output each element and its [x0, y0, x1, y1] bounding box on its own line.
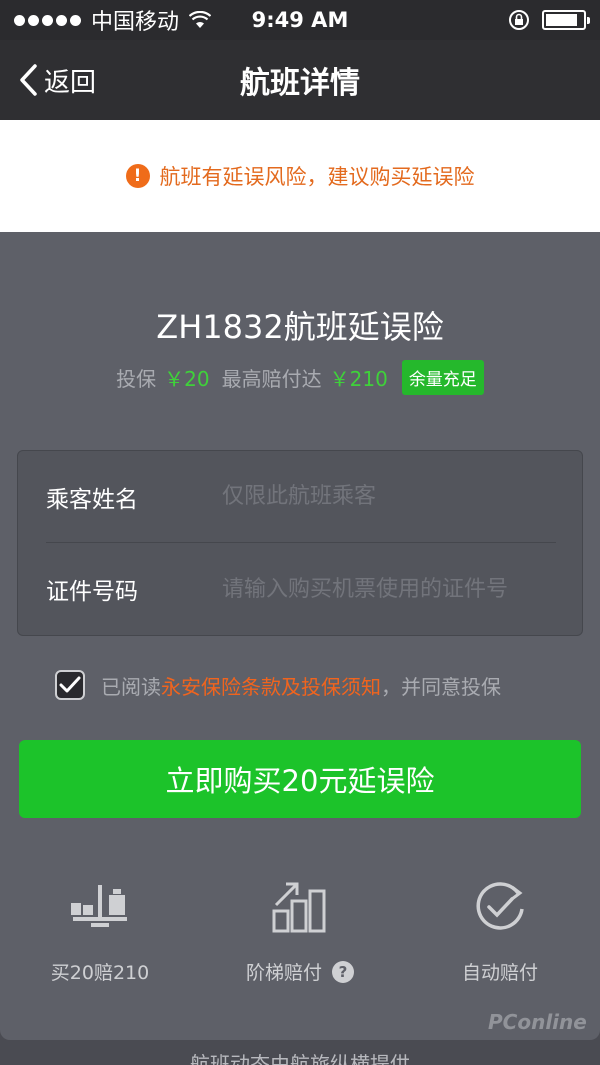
insurance-title: ZH1832航班延误险: [156, 308, 444, 346]
wifi-icon: [189, 11, 212, 28]
footer-text: 航班动态由航旅纵横提供: [190, 1052, 410, 1065]
back-button[interactable]: 返回: [18, 40, 96, 120]
feature-label: 阶梯赔付: [245, 962, 322, 984]
agreement-prefix: 已阅读: [101, 674, 161, 699]
warning-icon: !: [125, 164, 150, 188]
auto-check-icon: [476, 882, 524, 930]
status-bar: 中国移动 9:49 AM: [0, 0, 600, 40]
premium-value: ￥20: [164, 367, 210, 391]
id-number-input[interactable]: [222, 576, 556, 602]
back-label: 返回: [44, 67, 97, 98]
feature-auto-payout: 自动赔付: [400, 872, 600, 985]
checkmark-icon: [59, 676, 81, 693]
rotation-lock-icon: [509, 10, 529, 30]
warning-text: 航班有延误风险，建议购买延误险: [159, 165, 475, 189]
chevron-left-icon: [20, 64, 37, 96]
id-label: 证件号码: [46, 579, 138, 605]
id-row: 证件号码: [46, 543, 556, 635]
insurance-summary: 投保 ￥20 最高赔付达 ￥210 余量充足: [0, 360, 600, 395]
help-icon[interactable]: ?: [332, 960, 354, 983]
buy-insurance-button[interactable]: 立即购买20元延误险: [19, 740, 581, 818]
nav-bar: 返回 航班详情: [0, 40, 600, 120]
watermark-logo: PConline: [488, 1010, 587, 1034]
insurance-panel: ZH1832航班延误险 投保 ￥20 最高赔付达 ￥210 余量充足 乘客姓名 …: [0, 232, 600, 1040]
feature-label: 自动赔付: [461, 962, 538, 984]
stairs-chart-icon: [272, 882, 326, 933]
feature-buy20: 买20赔210: [0, 872, 200, 985]
passenger-form: 乘客姓名 证件号码: [17, 450, 583, 636]
name-label: 乘客姓名: [46, 486, 138, 513]
max-payout-label: 最高赔付达: [221, 367, 322, 391]
feature-ladder-payout: 阶梯赔付 ?: [200, 872, 400, 985]
premium-label: 投保: [116, 367, 157, 391]
agreement-suffix: ，并同意投保: [381, 674, 501, 699]
max-payout-value: ￥210: [329, 367, 388, 391]
scale-icon: [71, 885, 127, 927]
feature-label: 买20赔210: [50, 962, 150, 984]
terms-link[interactable]: 永安保险条款及投保须知: [161, 671, 381, 700]
agreement-checkbox[interactable]: [55, 670, 85, 700]
passenger-name-input[interactable]: [222, 484, 556, 509]
name-row: 乘客姓名: [46, 451, 556, 543]
battery-icon: [542, 10, 590, 30]
agreement-row: 已阅读 永安保险条款及投保须知 ，并同意投保: [55, 670, 575, 700]
signal-icon: [14, 14, 81, 26]
delay-warning-banner: ! 航班有延误风险，建议购买延误险: [0, 120, 600, 232]
stock-badge: 余量充足: [401, 360, 484, 395]
carrier-name: 中国移动: [91, 10, 180, 35]
